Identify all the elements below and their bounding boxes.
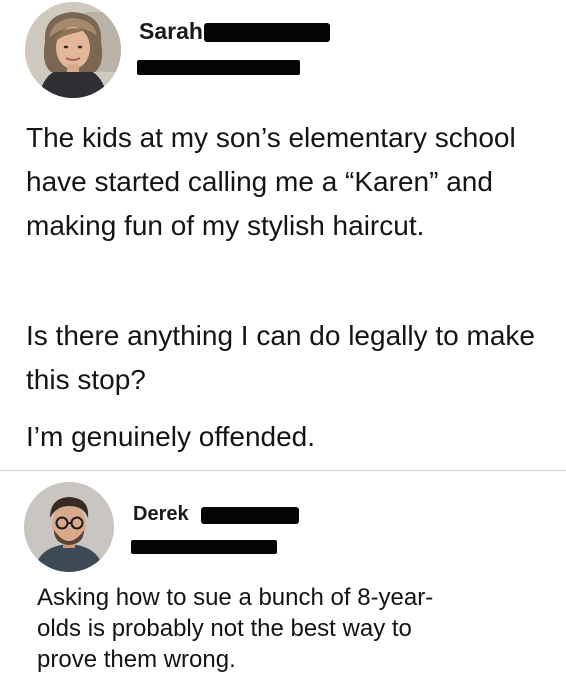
redacted-author-surname <box>204 23 330 42</box>
sarah-avatar-image <box>25 2 121 98</box>
derek-avatar-image <box>24 482 114 572</box>
post-paragraph: Is there anything I can do legally to ma… <box>26 320 535 395</box>
redacted-reply-surname <box>201 507 299 524</box>
derek-avatar[interactable] <box>24 482 114 572</box>
post-paragraph: The kids at my son’s elementary school h… <box>26 122 516 241</box>
reply-text: Asking how to sue a bunch of 8-year-olds… <box>37 584 434 673</box>
redacted-author-handle <box>137 60 300 75</box>
reply-author-name[interactable]: Derek <box>133 503 189 526</box>
post-author-name[interactable]: Sarah <box>139 18 203 45</box>
post-divider <box>0 470 566 471</box>
redacted-reply-handle <box>131 540 277 554</box>
post-paragraph: I’m genuinely offended. <box>26 421 316 452</box>
sarah-avatar[interactable] <box>25 2 121 98</box>
